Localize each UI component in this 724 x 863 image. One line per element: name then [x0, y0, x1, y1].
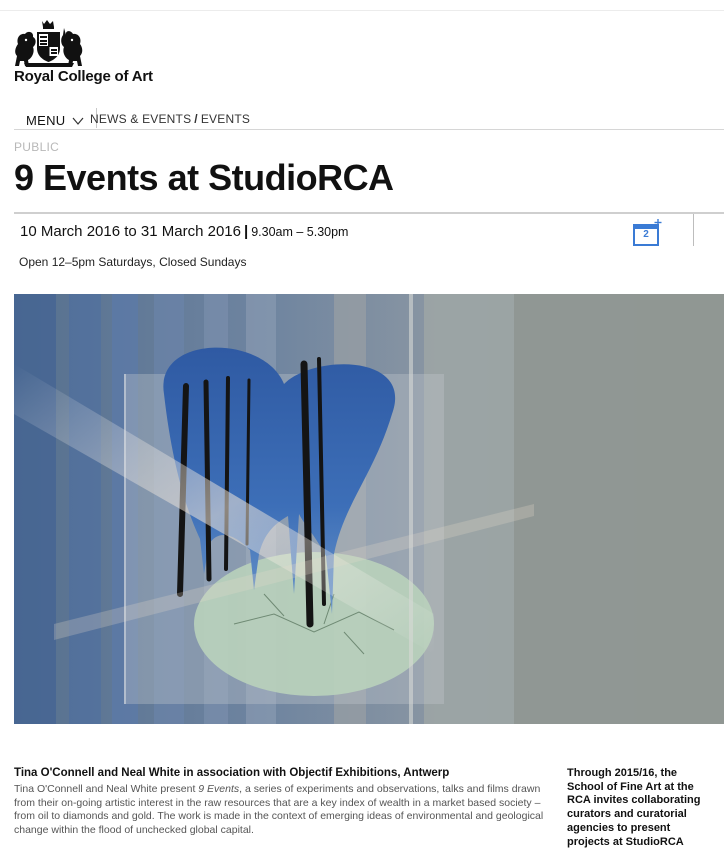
event-description: Tina O'Connell and Neal White present 9 …	[14, 783, 544, 837]
top-divider	[0, 10, 724, 11]
event-date-range: 10 March 2016 to 31 March 2016	[20, 223, 241, 240]
event-photo	[14, 294, 724, 724]
breadcrumb-events[interactable]: EVENTS	[201, 112, 250, 126]
sidebar-line: RCA invites collaborating	[567, 794, 701, 807]
nav-underline	[14, 129, 724, 130]
sidebar-blurb: Through 2015/16, the School of Fine Art …	[567, 767, 724, 849]
add-to-calendar-button[interactable]: 2	[632, 219, 662, 247]
menu-button[interactable]: MENU	[26, 113, 84, 128]
nav-bar: MENU NEWS & EVENTS / EVENTS	[0, 108, 724, 130]
breadcrumb: NEWS & EVENTS / EVENTS	[90, 112, 250, 126]
description-part-1: Tina O'Connell and Neal White present	[14, 783, 199, 795]
event-category: PUBLIC	[14, 140, 60, 154]
page-title: 9 Events at StudioRCA	[14, 157, 394, 198]
sidebar-line: agencies to present	[567, 821, 671, 834]
sidebar-line: projects at StudioRCA	[567, 835, 684, 848]
calendar-day: 2	[643, 229, 649, 240]
royal-crest-icon	[15, 20, 83, 67]
date-separator: |	[243, 223, 249, 240]
sidebar-line: Through 2015/16, the	[567, 767, 678, 779]
brand-name: Royal College of Art	[14, 68, 153, 85]
menu-label: MENU	[26, 113, 66, 128]
event-date-bar: 10 March 2016 to 31 March 2016 | 9.30am – …	[14, 212, 724, 252]
event-time: 9.30am – 5.30pm	[251, 225, 349, 239]
breadcrumb-separator: /	[194, 112, 198, 126]
date-bar-divider	[693, 214, 694, 246]
event-dates: 10 March 2016 to 31 March 2016 | 9.30am – …	[20, 223, 348, 240]
chevron-down-icon	[73, 117, 84, 125]
sidebar-line: curators and curatorial	[567, 808, 687, 821]
site-logo[interactable]: Royal College of Art	[14, 20, 174, 90]
event-lead-text: Tina O'Connell and Neal White in associa…	[14, 767, 450, 779]
description-emphasis: 9 Events	[198, 783, 240, 795]
sidebar-line: School of Fine Art at the	[567, 780, 694, 793]
opening-hours: Open 12–5pm Saturdays, Closed Sundays	[19, 255, 247, 269]
breadcrumb-news-events[interactable]: NEWS & EVENTS	[90, 112, 191, 126]
